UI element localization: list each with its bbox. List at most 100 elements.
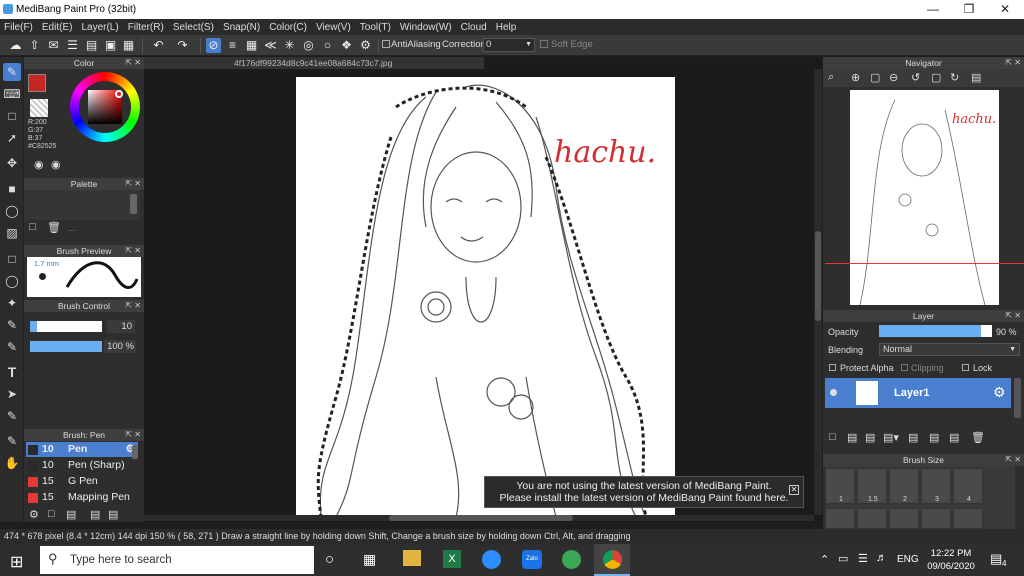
vertical-scrollbar[interactable] bbox=[814, 69, 822, 515]
battery-icon[interactable]: ▭ bbox=[838, 552, 848, 565]
page-icon[interactable]: ▣ bbox=[103, 38, 118, 53]
radial-snap-icon[interactable]: ✳ bbox=[282, 38, 297, 53]
panel-close-icon[interactable]: ⇱ ✕ bbox=[1005, 454, 1021, 466]
new-layer-menu-icon[interactable]: ▤▾ bbox=[883, 431, 899, 444]
menu-view[interactable]: View(V) bbox=[316, 22, 351, 33]
color-picker-marker[interactable] bbox=[115, 90, 123, 98]
palette-area[interactable] bbox=[24, 190, 140, 220]
brush-size-value[interactable]: 10 bbox=[107, 320, 135, 333]
select-eraser-tool-icon[interactable]: ✎ bbox=[3, 338, 21, 356]
brush-folder-icon[interactable]: ▤ bbox=[108, 508, 118, 521]
protect-alpha-checkbox[interactable] bbox=[829, 364, 836, 371]
taskbar-active-app[interactable] bbox=[594, 544, 630, 576]
brush-item[interactable]: 15 G Pen bbox=[26, 474, 138, 489]
menu-edit[interactable]: Edit(E) bbox=[42, 22, 73, 33]
brush-size-cell[interactable] bbox=[825, 508, 855, 529]
brush-settings-icon[interactable]: ▤ bbox=[90, 508, 100, 521]
excel-icon[interactable]: X bbox=[443, 550, 461, 568]
menu-window[interactable]: Window(W) bbox=[400, 22, 452, 33]
divide-tool-icon[interactable]: ✎ bbox=[3, 407, 21, 425]
new-folder-icon[interactable]: ▤ bbox=[908, 431, 918, 444]
chrome-alt-icon[interactable] bbox=[562, 550, 581, 569]
panel-close-icon[interactable]: ⇱ ✕ bbox=[1005, 310, 1021, 322]
panel-close-icon[interactable]: ⇱ ✕ bbox=[125, 245, 141, 257]
panel-close-icon[interactable]: ⇱ ✕ bbox=[125, 300, 141, 312]
brush-item[interactable]: 10 Pen (Sharp) bbox=[26, 458, 138, 473]
brush-size-cell[interactable] bbox=[953, 508, 983, 529]
menu-file[interactable]: File(F) bbox=[4, 22, 33, 33]
close-icon[interactable]: ✕ bbox=[789, 485, 799, 495]
color-palette-icon[interactable]: ◉ bbox=[51, 158, 61, 171]
select-tool-icon[interactable]: □ bbox=[3, 250, 21, 268]
concentric-snap-icon[interactable]: ◎ bbox=[301, 38, 316, 53]
fill-rect-tool-icon[interactable]: ■ bbox=[3, 180, 21, 198]
menu-snap[interactable]: Snap(N) bbox=[223, 22, 260, 33]
text-tool-icon[interactable]: T bbox=[3, 363, 21, 381]
soft-edge-checkbox[interactable] bbox=[540, 40, 548, 48]
lasso-tool-icon[interactable]: ◯ bbox=[3, 272, 21, 290]
parallel-snap-icon[interactable]: ≡ bbox=[225, 38, 240, 53]
brush-size-slider[interactable] bbox=[30, 321, 102, 332]
eyedropper-tool-icon[interactable]: ✎ bbox=[3, 432, 21, 450]
cloud-icon[interactable]: ☁ bbox=[8, 38, 23, 53]
menu-color[interactable]: Color(C) bbox=[269, 22, 307, 33]
snap-off-icon[interactable]: ⊘ bbox=[206, 38, 221, 53]
flip-icon[interactable]: ▢ bbox=[931, 71, 941, 84]
brush-item[interactable]: 10 Pen ⚙ bbox=[26, 442, 138, 457]
windows-start-icon[interactable]: ⊞ bbox=[10, 552, 23, 572]
bucket-tool-icon[interactable]: ◯ bbox=[3, 202, 21, 220]
minimize-button[interactable]: — bbox=[915, 0, 951, 19]
taskbar-search-box[interactable]: ⚲ Type here to search bbox=[40, 546, 314, 574]
vanishing-point-snap-icon[interactable]: ≪ bbox=[263, 38, 278, 53]
brush-size-cell[interactable]: 1 bbox=[825, 468, 855, 504]
new-brush-icon[interactable]: □ bbox=[48, 508, 55, 520]
brush-size-cell[interactable] bbox=[889, 508, 919, 529]
rect-select-tool-icon[interactable]: □ bbox=[3, 107, 21, 125]
volume-icon[interactable]: ♬ bbox=[876, 552, 887, 564]
comment-icon[interactable]: ✉ bbox=[46, 38, 61, 53]
menu-layer[interactable]: Layer(L) bbox=[81, 22, 118, 33]
layer-row[interactable]: Layer1 ⚙ bbox=[825, 378, 1011, 408]
brush-opacity-slider[interactable] bbox=[30, 341, 102, 352]
panel-close-icon[interactable]: ⇱ ✕ bbox=[1005, 57, 1021, 69]
background-color-swatch[interactable] bbox=[30, 99, 48, 117]
palette-scrollbar[interactable] bbox=[130, 194, 137, 214]
new-halftone-layer-icon[interactable]: ▤ bbox=[847, 431, 857, 444]
reset-view-icon[interactable]: ▤ bbox=[971, 71, 981, 84]
upload-icon[interactable]: ⇧ bbox=[27, 38, 42, 53]
horizontal-scrollbar[interactable] bbox=[144, 515, 814, 521]
panel-close-icon[interactable]: ⇱ ✕ bbox=[125, 178, 141, 190]
taskbar-clock[interactable]: 12:22 PM 09/06/2020 bbox=[925, 547, 977, 573]
new-8bit-layer-icon[interactable]: ▤ bbox=[865, 431, 875, 444]
undo-icon[interactable]: ↶ bbox=[151, 38, 166, 53]
file-explorer-icon[interactable] bbox=[403, 550, 421, 566]
maximize-button[interactable]: ❐ bbox=[951, 0, 987, 19]
document-tab[interactable]: 4f176df99234d8c9c41ee08a684c73c7.jpg bbox=[144, 57, 484, 69]
zoom-fit-icon[interactable]: ⌕ bbox=[828, 71, 834, 84]
gradient-tool-icon[interactable]: ▨ bbox=[3, 224, 21, 242]
brush-size-cell[interactable] bbox=[857, 508, 887, 529]
navigator-view-frame[interactable] bbox=[825, 263, 1024, 264]
menu-tool[interactable]: Tool(T) bbox=[360, 22, 391, 33]
foreground-color-swatch[interactable] bbox=[28, 74, 46, 92]
menu-cloud[interactable]: Cloud bbox=[461, 22, 487, 33]
fit-window-icon[interactable]: ▢ bbox=[870, 71, 880, 84]
layer-scrollbar[interactable] bbox=[1014, 378, 1021, 418]
menu-filter[interactable]: Filter(R) bbox=[128, 22, 164, 33]
brush-item[interactable]: 15 Mapping Pen bbox=[26, 490, 138, 505]
color-wheel[interactable] bbox=[70, 72, 140, 142]
select-pen-tool-icon[interactable]: ✎ bbox=[3, 316, 21, 334]
clipping-checkbox[interactable] bbox=[901, 364, 908, 371]
navigator-preview[interactable]: hachu. bbox=[850, 90, 999, 306]
drawing-canvas[interactable]: hachu. bbox=[296, 77, 675, 517]
new-palette-icon[interactable]: □ bbox=[29, 221, 36, 233]
menu-help[interactable]: Help bbox=[496, 22, 517, 33]
vertical-scroll-thumb[interactable] bbox=[815, 231, 821, 321]
panel-close-icon[interactable]: ⇱ ✕ bbox=[125, 429, 141, 441]
brush-size-cell[interactable]: 4 bbox=[953, 468, 983, 504]
brush-list-scrollbar[interactable] bbox=[132, 445, 138, 459]
delete-layer-icon[interactable]: 🗑 bbox=[971, 431, 985, 444]
correction-select[interactable]: 0 ▼ bbox=[483, 38, 535, 52]
color-mode-icon[interactable]: ◉ bbox=[34, 158, 44, 171]
brush-size-cell[interactable]: 1.5 bbox=[857, 468, 887, 504]
